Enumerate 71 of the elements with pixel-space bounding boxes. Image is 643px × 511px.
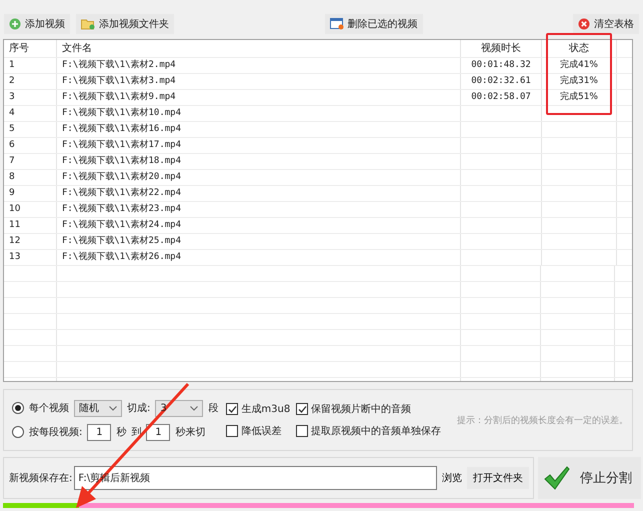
checkbox-label: 生成m3u8 [241, 402, 290, 416]
cut-label: 切成: [127, 402, 150, 415]
table-cell: F:\视频下载\1\素材22.mp4 [57, 186, 461, 201]
column-header[interactable]: 状态 [542, 40, 617, 57]
checkbox[interactable] [226, 425, 238, 437]
mode-dropdown[interactable]: 随机 [74, 400, 122, 416]
checkmark-icon [544, 466, 570, 490]
table-cell: 2 [4, 74, 57, 89]
table-cell: 12 [4, 234, 57, 249]
table-cell: F:\视频下载\1\素材23.mp4 [57, 202, 461, 217]
window-icon [330, 18, 344, 30]
toolbar-button[interactable]: 添加视频文件夹 [76, 14, 174, 34]
table-cell: F:\视频下载\1\素材2.mp4 [57, 58, 461, 73]
table-cell: 完成51% [542, 90, 617, 105]
checkbox[interactable] [296, 425, 308, 437]
table-cell: F:\视频下载\1\素材25.mp4 [57, 234, 461, 249]
stop-split-button[interactable]: 停止分割 [538, 457, 641, 499]
toolbar-button[interactable]: 清空表格 [573, 14, 639, 34]
table-cell: 4 [4, 106, 57, 121]
checkbox-label: 提取原视频中的音频单独保存 [311, 424, 442, 438]
table-cell: 00:01:48.32 [461, 58, 542, 73]
open-folder-button[interactable]: 打开文件夹 [467, 467, 529, 489]
seconds-input[interactable]: 1 [146, 424, 170, 440]
radio-button[interactable] [12, 426, 24, 438]
table-cell: 完成31% [542, 74, 617, 89]
table-cell: F:\视频下载\1\素材20.mp4 [57, 170, 461, 185]
toolbar-button[interactable]: 添加视频 [4, 14, 70, 34]
seconds-label: 秒 [116, 426, 126, 439]
column-header[interactable]: 视频时长 [461, 40, 542, 57]
table-cell: F:\视频下载\1\素材18.mp4 [57, 154, 461, 169]
option-label: 按每段视频: [29, 426, 82, 439]
radio-button[interactable] [12, 402, 24, 414]
checkbox[interactable] [296, 403, 308, 415]
table-cell: 完成41% [542, 58, 617, 73]
table-cell: 6 [4, 138, 57, 153]
table-cell: F:\视频下载\1\素材3.mp4 [57, 74, 461, 89]
checkbox-label: 保留视频片断中的音频 [311, 402, 412, 416]
table-cell: F:\视频下载\1\素材10.mp4 [57, 106, 461, 121]
table-cell: 00:02:32.61 [461, 74, 542, 89]
column-header[interactable]: 序号 [4, 40, 57, 57]
table-cell: 3 [4, 90, 57, 105]
folder-icon [81, 18, 95, 30]
caret-icon [109, 406, 117, 410]
close-icon [578, 18, 590, 30]
table-cell: 00:02:58.07 [461, 90, 542, 105]
table-cell: F:\视频下载\1\素材9.mp4 [57, 90, 461, 105]
seconds-input[interactable]: 1 [87, 424, 112, 440]
unit-label: 段 [208, 402, 218, 415]
browse-button[interactable]: 浏览 [439, 467, 465, 489]
caret-icon [190, 406, 198, 410]
checkbox[interactable] [226, 403, 238, 415]
table-cell: 11 [4, 218, 57, 233]
save-label: 新视频保存在: [9, 472, 72, 485]
option-label: 每个视频 [29, 402, 69, 415]
seconds-label: 秒来切 [175, 426, 206, 439]
table-cell: 8 [4, 170, 57, 185]
table-cell: 10 [4, 202, 57, 217]
plus-icon [9, 18, 21, 30]
table-cell: 7 [4, 154, 57, 169]
table-cell: 5 [4, 122, 57, 137]
table-cell: 13 [4, 250, 57, 265]
table-cell: 9 [4, 186, 57, 201]
table-cell: F:\视频下载\1\素材16.mp4 [57, 122, 461, 137]
checkbox-label: 降低误差 [241, 425, 282, 438]
table-cell: 1 [4, 58, 57, 73]
table-cell: F:\视频下载\1\素材26.mp4 [57, 250, 461, 265]
table-cell: F:\视频下载\1\素材24.mp4 [57, 218, 461, 233]
hint-text: 提示：分割后的视频长度会有一定的误差。 [457, 414, 628, 426]
table-cell: F:\视频下载\1\素材17.mp4 [57, 138, 461, 153]
column-header[interactable]: 文件名 [57, 40, 461, 57]
toolbar-button[interactable]: 删除已选的视频 [324, 14, 422, 34]
